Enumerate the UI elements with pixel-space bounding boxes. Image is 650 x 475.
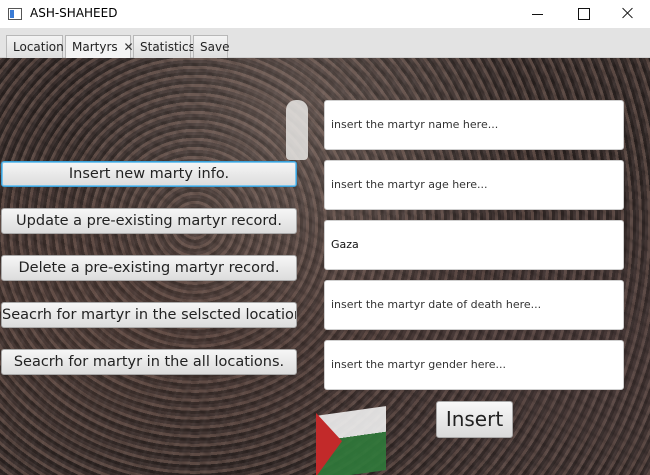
tab-label: Statistics: [140, 40, 195, 54]
close-window-icon[interactable]: [604, 0, 650, 28]
window-title: ASH-SHAHEED: [30, 6, 118, 20]
insert-button[interactable]: Insert: [436, 401, 513, 438]
gender-field[interactable]: insert the martyr gender here...: [324, 340, 624, 390]
tab-statistics[interactable]: Statistics: [133, 35, 195, 58]
tab-save[interactable]: Save: [193, 35, 230, 58]
app-window-icon: [8, 8, 22, 20]
tab-strip: Location Martyrs ✕ Statistics Save: [0, 28, 650, 58]
insert-martyr-button[interactable]: Insert new marty info.: [1, 161, 297, 187]
date-of-death-field[interactable]: insert the martyr date of death here...: [324, 280, 624, 330]
minimize-icon[interactable]: [514, 0, 560, 28]
age-field[interactable]: insert the martyr age here...: [324, 160, 624, 210]
background-figure: [286, 100, 308, 160]
search-location-button[interactable]: Seacrh for martyr in the selscted locati…: [1, 302, 297, 328]
tab-label: Martyrs: [72, 40, 118, 54]
delete-martyr-button[interactable]: Delete a pre-existing martyr record.: [1, 255, 297, 281]
tab-martyrs[interactable]: Martyrs ✕: [65, 35, 134, 58]
search-all-button[interactable]: Seacrh for martyr in the all locations.: [1, 349, 297, 375]
background-flag: [316, 406, 386, 475]
maximize-icon[interactable]: [560, 0, 606, 28]
tab-label: Location: [13, 40, 64, 54]
tab-label: Save: [200, 40, 230, 54]
name-field[interactable]: insert the martyr name here...: [324, 100, 624, 150]
martyrs-panel: Insert new marty info. Update a pre-exis…: [0, 58, 650, 475]
update-martyr-button[interactable]: Update a pre-existing martyr record.: [1, 208, 297, 234]
location-field[interactable]: Gaza: [324, 220, 624, 270]
tab-location[interactable]: Location: [6, 35, 64, 58]
title-bar: ASH-SHAHEED: [0, 0, 650, 28]
